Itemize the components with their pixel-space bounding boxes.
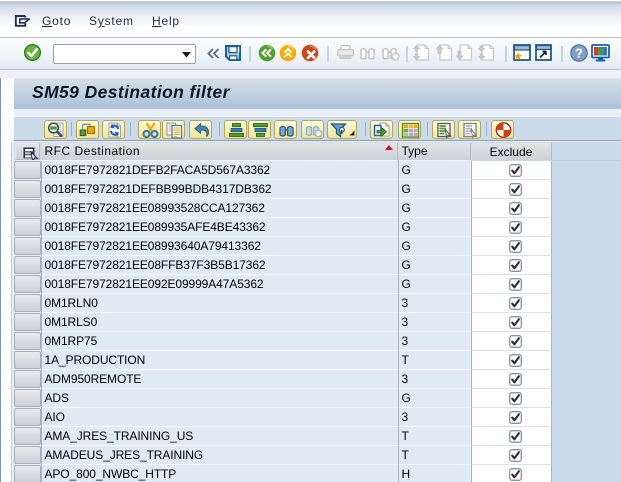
- svg-text:?: ?: [575, 46, 583, 61]
